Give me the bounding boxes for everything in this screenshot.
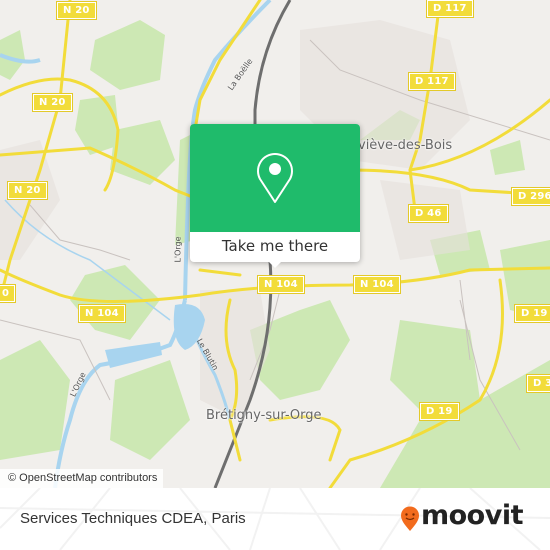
road-shield: D 19 — [419, 402, 460, 421]
take-me-there-popup[interactable]: Take me there — [190, 124, 360, 268]
road-shield: N 20 — [32, 93, 73, 112]
road-shield: N 20 — [7, 181, 48, 200]
water-label: L'Orge — [173, 236, 183, 263]
road-shield: N 104 — [353, 275, 401, 294]
road-shield: D 46 — [408, 204, 449, 223]
road-shield: D 3 — [525, 374, 550, 393]
moovit-logo[interactable]: moovit — [400, 500, 535, 534]
road-shield: N 20 — [56, 1, 97, 20]
road-shield: D 117 — [408, 72, 456, 91]
road-shield: N 104 — [78, 304, 126, 323]
road-shield: D 19 — [514, 304, 550, 323]
place-title: Services Techniques CDEA, Paris — [20, 510, 246, 527]
road-shield: D 296 — [511, 187, 550, 206]
road-shield: D 117 — [426, 0, 474, 18]
place-label-bretigny: Brétigny-sur-Orge — [206, 408, 322, 423]
road-shield: N 104 — [257, 275, 305, 294]
footer: Services Techniques CDEA, Paris moovit — [0, 488, 550, 550]
popup-tail — [267, 260, 283, 268]
map[interactable]: N 20 N 20 N 20 N 104 N 104 N 104 D 117 D… — [0, 0, 550, 488]
place-label-sainte-genevieve: eviève-des-Bois — [350, 138, 453, 153]
popup-header[interactable] — [190, 124, 360, 232]
moovit-pin-icon — [401, 506, 419, 531]
map-pin-icon — [257, 153, 293, 203]
map-attribution[interactable]: © OpenStreetMap contributors — [0, 469, 164, 488]
road-shield: 0 — [0, 284, 17, 303]
moovit-wordmark: moovit — [421, 500, 524, 531]
take-me-there-button[interactable]: Take me there — [190, 232, 360, 262]
lake-2 — [105, 342, 162, 368]
